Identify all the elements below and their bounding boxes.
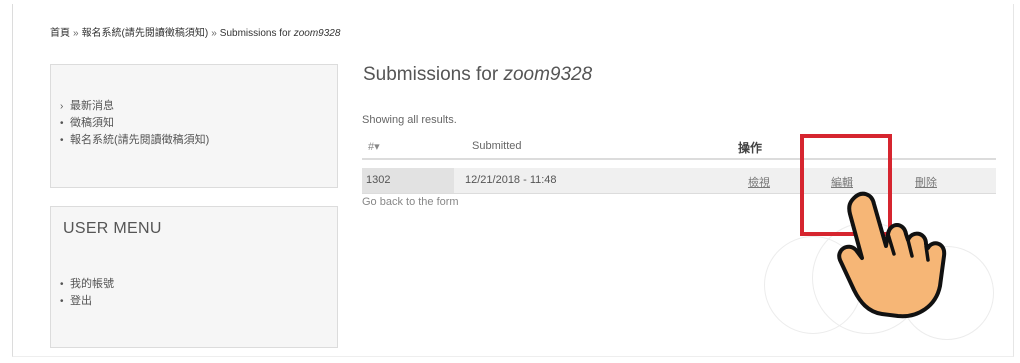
sidebar-item-news[interactable]: › 最新消息 [60,98,209,115]
table-cell-id: 1302 [366,174,391,186]
page-title-user: zoom9328 [503,64,593,85]
sidebar-item-label: 報名系統(請先閱讀徵稿須知) [70,134,210,146]
back-to-form-link[interactable]: Go back to the form [362,196,459,208]
sidebar-item-call-for-papers[interactable]: • 徵稿須知 [60,115,209,132]
bullet-icon: • [60,296,64,307]
page-title: Submissions for zoom9328 [363,64,592,86]
bullet-icon: • [60,279,64,290]
table-cell-submitted: 12/21/2018 - 11:48 [465,174,557,186]
user-menu-panel: USER MENU • 我的帳號 • 登出 [50,206,338,348]
results-summary: Showing all results. [362,114,457,126]
user-menu-title: USER MENU [63,220,162,237]
user-menu-item-label: 我的帳號 [70,278,114,290]
pointing-hand-icon [837,191,947,319]
user-menu-item-account[interactable]: • 我的帳號 [60,276,114,293]
breadcrumb-home[interactable]: 首頁 [50,28,70,39]
breadcrumb-separator: » [211,28,217,39]
bullet-icon: • [60,135,64,146]
column-header-submitted[interactable]: Submitted [472,140,522,152]
user-menu-list: • 我的帳號 • 登出 [60,276,114,310]
sidebar-item-registration[interactable]: • 報名系統(請先閱讀徵稿須知) [60,132,209,149]
sidebar-item-label: 最新消息 [70,100,114,112]
breadcrumb-section[interactable]: 報名系統(請先閱讀徵稿須知) [82,28,209,39]
chevron-right-icon: › [60,101,64,112]
sidebar-item-label: 徵稿須知 [70,117,114,129]
user-menu-item-label: 登出 [70,295,92,307]
column-header-operations: 操作 [738,141,763,155]
user-menu-item-logout[interactable]: • 登出 [60,293,114,310]
page-title-prefix: Submissions for [363,64,504,85]
sidebar-nav-panel: › 最新消息 • 徵稿須知 • 報名系統(請先閱讀徵稿須知) [50,64,338,188]
breadcrumb-current-prefix: Submissions for [219,28,294,39]
breadcrumb-current-user: zoom9328 [293,28,341,39]
bullet-icon: • [60,118,64,129]
delete-link[interactable]: 刪除 [915,174,937,190]
sidebar-nav-list: › 最新消息 • 徵稿須知 • 報名系統(請先閱讀徵稿須知) [60,98,209,149]
sort-icon: ▾ [374,141,380,153]
view-link[interactable]: 檢視 [748,174,770,190]
breadcrumb: 首頁» 報名系統(請先閱讀徵稿須知)» Submissions for zoom93… [50,24,340,39]
table-header: #▾ Submitted 操作 [362,132,996,160]
column-header-id[interactable]: #▾ [368,140,380,153]
breadcrumb-separator: » [73,28,79,39]
